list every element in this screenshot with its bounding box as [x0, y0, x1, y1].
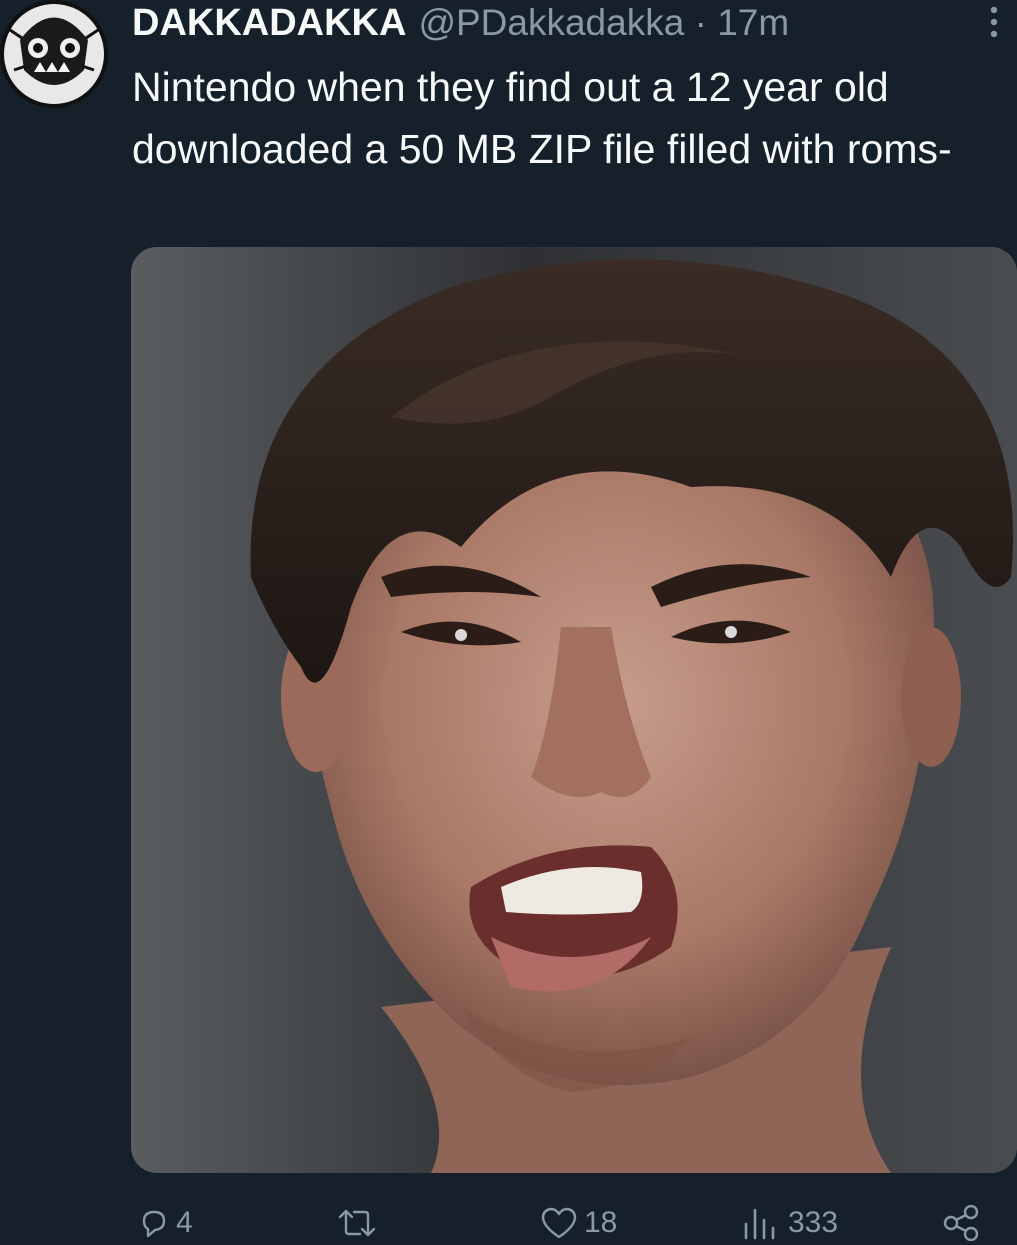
views-count: 333	[788, 1206, 839, 1239]
share-icon	[943, 1205, 979, 1241]
share-button[interactable]	[942, 1205, 980, 1241]
tweet-header: DAKKADAKKA @PDakkadakka · 17m	[132, 2, 789, 44]
more-vertical-icon	[990, 6, 998, 38]
tweet-text: Nintendo when they find out a 12 year ol…	[132, 64, 952, 172]
handle[interactable]: @PDakkadakka	[418, 2, 684, 43]
tweet-media[interactable]	[131, 247, 1017, 1173]
display-name[interactable]: DAKKADAKKA	[132, 2, 406, 45]
views-icon	[744, 1208, 775, 1240]
timestamp[interactable]: 17m	[717, 2, 789, 43]
reply-icon	[142, 1210, 166, 1238]
ork-skull-avatar-icon	[0, 0, 108, 108]
tweet[interactable]: DAKKADAKKA @PDakkadakka · 17m Nintendo w…	[0, 0, 1017, 1245]
views-button[interactable]: 333	[742, 1206, 838, 1240]
more-options-button[interactable]	[982, 4, 1006, 40]
avatar[interactable]	[0, 0, 108, 108]
action-bar: 4 18 333	[0, 1200, 1017, 1245]
heart-icon	[541, 1207, 577, 1239]
like-button[interactable]: 18	[540, 1206, 617, 1240]
like-count: 18	[584, 1206, 618, 1239]
tweet-meta: @PDakkadakka · 17m	[418, 2, 789, 44]
meta-separator: ·	[694, 2, 707, 43]
retweet-icon	[338, 1209, 376, 1237]
reply-button[interactable]: 4	[138, 1206, 193, 1240]
crying-grimacing-face-photo-icon	[131, 247, 1017, 1173]
retweet-button[interactable]	[336, 1206, 384, 1240]
reply-count: 4	[176, 1206, 193, 1239]
